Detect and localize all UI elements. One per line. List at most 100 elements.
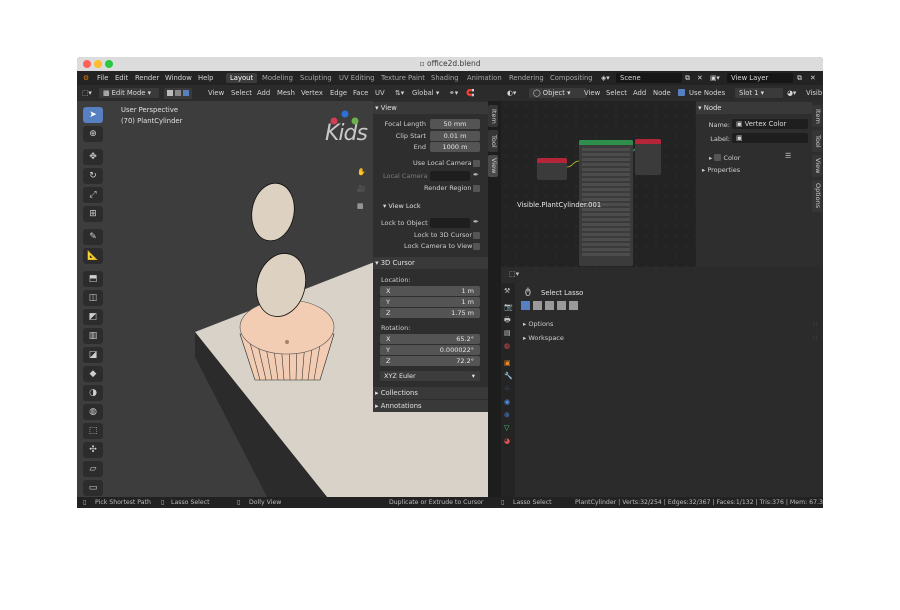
tab-layout[interactable]: Layout <box>226 73 258 83</box>
invert-selection-icon[interactable] <box>557 301 566 310</box>
menu-render[interactable]: Render <box>135 74 159 82</box>
menu-file[interactable]: File <box>97 74 108 82</box>
annotate-tool-icon[interactable]: ✎ <box>83 229 103 245</box>
tab-sculpting[interactable]: Sculpting <box>296 73 336 83</box>
menu-face[interactable]: Face <box>353 89 368 97</box>
subtract-selection-icon[interactable] <box>545 301 554 310</box>
node-label-field[interactable]: ▣ <box>732 133 808 143</box>
cursor-location-y[interactable]: Y1 m <box>380 297 480 307</box>
physics-props-icon[interactable]: ◉ <box>504 398 510 406</box>
shader-node-editor[interactable]: Visible.PlantCylinder.001 <box>501 101 696 267</box>
rotate-tool-icon[interactable]: ↻ <box>83 168 103 184</box>
lock-3d-cursor-checkbox[interactable] <box>473 232 480 239</box>
tab-animation[interactable]: Animation <box>463 73 506 83</box>
hand-pan-icon[interactable]: ✋ <box>357 168 366 176</box>
intersect-selection-icon[interactable] <box>569 301 578 310</box>
menu-uv[interactable]: UV <box>375 89 385 97</box>
use-local-camera-checkbox[interactable] <box>473 160 480 167</box>
grid-ortho-icon[interactable]: ▦ <box>357 202 364 210</box>
material-props-icon[interactable]: ◕ <box>504 437 510 445</box>
shear-tool-icon[interactable]: ▱ <box>83 461 103 477</box>
edge-slide-tool-icon[interactable]: ⬚ <box>83 423 103 439</box>
transform-tool-icon[interactable]: ⊞ <box>83 206 103 222</box>
list-icon[interactable]: ☰ <box>785 152 791 160</box>
tab-item[interactable]: Item <box>488 105 498 127</box>
clip-end-field[interactable]: 1000 m <box>430 142 480 152</box>
tab-view[interactable]: View <box>488 155 498 177</box>
tab-shading[interactable]: Shading <box>427 73 463 83</box>
set-selection-icon[interactable] <box>521 301 530 310</box>
bevel-tool-icon[interactable]: ◩ <box>83 309 103 325</box>
cursor-rotation-z[interactable]: Z 72.2° <box>380 356 480 366</box>
spin-tool-icon[interactable]: ◑ <box>83 385 103 401</box>
view-panel-header[interactable]: ▾ View <box>373 102 488 114</box>
scene-selector[interactable]: Scene <box>616 73 682 83</box>
node-panel-header[interactable]: ▾ Node <box>696 102 812 114</box>
tab-tool[interactable]: Tool <box>488 130 498 152</box>
menu-view[interactable]: View <box>208 89 224 97</box>
editor-type-icon[interactable]: ⬚▾ <box>82 89 92 97</box>
drag-handle-icon[interactable]: ∷ <box>813 334 817 342</box>
camera-view-icon[interactable]: 🎥 <box>357 185 366 193</box>
blender-logo-icon[interactable]: ⚙ <box>83 74 89 82</box>
rotation-mode-dropdown[interactable]: XYZ Euler ▾ <box>380 371 480 381</box>
tool-settings-icon[interactable]: ⚒ <box>504 287 510 295</box>
slot-selector[interactable]: Slot 1 ▾ <box>735 88 783 98</box>
node-name-field[interactable]: ▣ Vertex Color <box>732 119 808 129</box>
orientation-dropdown[interactable]: Global ▾ <box>412 89 439 97</box>
node-menu-select[interactable]: Select <box>606 89 627 97</box>
drag-handle-icon[interactable]: ∷ <box>813 320 817 328</box>
tab-node-view[interactable]: View <box>812 155 822 177</box>
3d-cursor-panel-header[interactable]: ▾ 3D Cursor <box>373 257 488 269</box>
options-subpanel[interactable]: ▸ Options <box>523 320 553 328</box>
node-type-selector[interactable]: ◯ Object ▾ <box>529 88 587 98</box>
measure-tool-icon[interactable]: 📐 <box>83 248 103 264</box>
scene-props-icon[interactable]: ◍ <box>504 342 510 350</box>
mode-selector[interactable]: ▩ Edit Mode ▾ <box>99 88 159 98</box>
extend-selection-icon[interactable] <box>533 301 542 310</box>
annotations-panel-header[interactable]: ▸ Annotations <box>373 400 488 412</box>
properties-subpanel[interactable]: ▸ Properties <box>702 166 740 174</box>
particles-props-icon[interactable]: ⁘ <box>504 385 510 393</box>
node-menu-add[interactable]: Add <box>633 89 646 97</box>
cursor-location-z[interactable]: Z 1.75 m <box>380 308 480 318</box>
tab-modeling[interactable]: Modeling <box>258 73 297 83</box>
eyedropper-icon[interactable]: ✒ <box>473 171 479 179</box>
face-select-icon[interactable] <box>183 90 189 96</box>
menu-add[interactable]: Add <box>257 89 270 97</box>
menu-edge[interactable]: Edge <box>330 89 347 97</box>
new-view-layer-icon[interactable]: ⧉ <box>797 74 802 83</box>
cursor-tool-icon[interactable]: ⊕ <box>83 126 103 142</box>
tab-uv-editing[interactable]: UV Editing <box>335 73 378 83</box>
rip-tool-icon[interactable]: ▭ <box>83 480 103 496</box>
render-region-checkbox[interactable] <box>473 185 480 192</box>
cursor-rotation-x[interactable]: X 65.2° <box>380 334 480 344</box>
delete-view-layer-icon[interactable]: ✕ <box>810 74 816 82</box>
view-layer-selector[interactable]: View Layer <box>727 73 793 83</box>
menu-help[interactable]: Help <box>198 74 214 82</box>
new-scene-icon[interactable]: ⧉ <box>685 74 690 83</box>
loop-cut-tool-icon[interactable]: ▥ <box>83 328 103 344</box>
menu-edit[interactable]: Edit <box>115 74 128 82</box>
clip-start-field[interactable]: 0.01 m <box>430 131 480 141</box>
tab-texture-paint[interactable]: Texture Paint <box>377 73 429 83</box>
workspace-subpanel[interactable]: ▸ Workspace <box>523 334 564 342</box>
modifier-props-icon[interactable]: 🔧 <box>504 372 513 380</box>
pivot-icon[interactable]: ⚭▾ <box>449 89 458 97</box>
lock-to-object-field[interactable] <box>430 218 470 228</box>
cursor-rotation-y[interactable]: Y 0.000022° <box>380 345 480 355</box>
tab-node-item[interactable]: Item <box>812 105 822 127</box>
material-icon[interactable]: ◕▾ <box>787 89 796 97</box>
shrink-fatten-tool-icon[interactable]: ✣ <box>83 442 103 458</box>
move-tool-icon[interactable]: ✥ <box>83 149 103 165</box>
use-nodes-checkbox[interactable] <box>678 89 685 96</box>
material-selector[interactable]: Visib <box>806 89 822 97</box>
extrude-tool-icon[interactable]: ⬒ <box>83 271 103 287</box>
output-props-icon[interactable]: 🖶 <box>504 316 511 327</box>
lock-camera-to-view-checkbox[interactable] <box>473 243 480 250</box>
inset-tool-icon[interactable]: ◫ <box>83 290 103 306</box>
constraints-props-icon[interactable]: ⊚ <box>504 411 510 419</box>
view-lock-subpanel[interactable]: ▾ View Lock <box>383 202 421 210</box>
tab-rendering[interactable]: Rendering <box>505 73 548 83</box>
tab-node-tool[interactable]: Tool <box>812 130 822 152</box>
